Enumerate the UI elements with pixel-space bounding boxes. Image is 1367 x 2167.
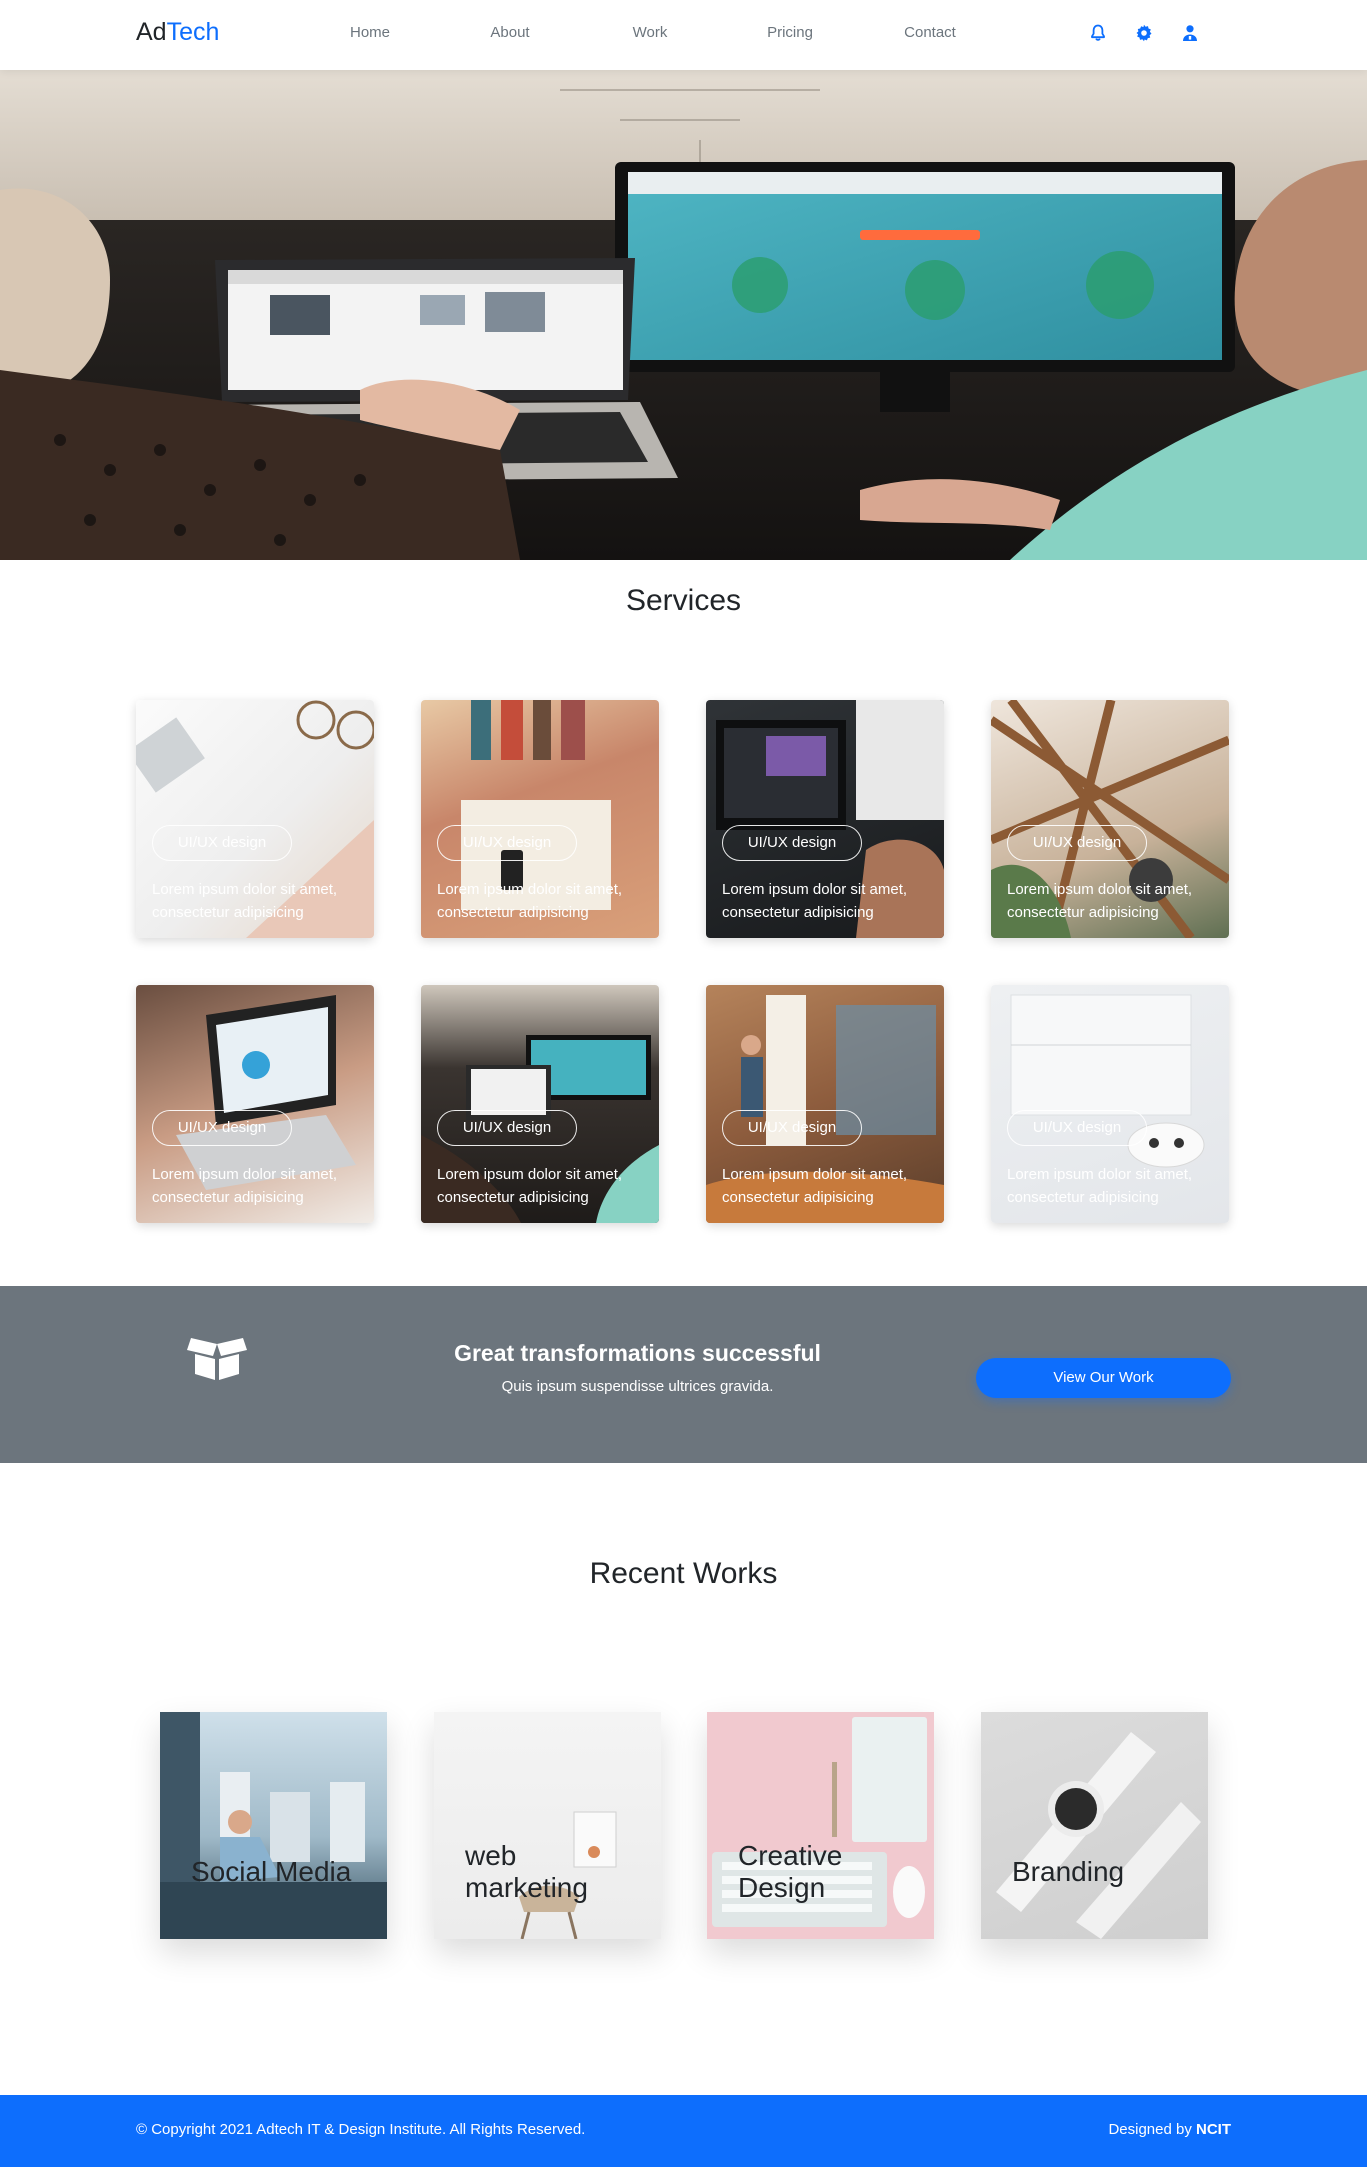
service-tag: UI/UX design	[152, 825, 292, 861]
cta-banner: Great transformations successful Quis ip…	[0, 1286, 1367, 1463]
service-text: Lorem ipsum dolor sit amet, consectetur …	[437, 1166, 623, 1206]
recent-work-label-line1: web	[465, 1840, 517, 1871]
bell-icon[interactable]	[1088, 23, 1108, 43]
service-card[interactable]: UI/UX design Lorem ipsum dolor sit amet,…	[991, 985, 1229, 1223]
service-text: Lorem ipsum dolor sit amet, consectetur …	[722, 881, 908, 921]
service-tag: UI/UX design	[1007, 1110, 1147, 1146]
services-title: Services	[625, 584, 742, 617]
recent-work-label: Branding	[1012, 1856, 1125, 1887]
service-card[interactable]: UI/UX design Lorem ipsum dolor sit amet,…	[706, 985, 944, 1223]
footer-copyright: © Copyright 2021 Adtech IT & Design Inst…	[136, 2121, 586, 2138]
recent-work-label: Creative Design	[738, 1840, 842, 1904]
brand-accent: Tech	[166, 18, 220, 46]
service-text: Lorem ipsum dolor sit amet, consectetur …	[152, 881, 338, 921]
view-our-work-button[interactable]: View Our Work	[976, 1358, 1231, 1398]
recent-work-label-line1: Creative	[738, 1840, 843, 1871]
brand-logo[interactable]: AdTech	[136, 16, 219, 48]
service-card[interactable]: UI/UX design Lorem ipsum dolor sit amet,…	[136, 700, 374, 938]
nav-link-about[interactable]: About	[440, 22, 580, 44]
recent-work-label-line2: marketing	[465, 1872, 588, 1903]
brand-prefix: Ad	[136, 18, 167, 46]
service-card[interactable]: UI/UX design Lorem ipsum dolor sit amet,…	[706, 700, 944, 938]
navbar: AdTech Home About Work Pricing Contact	[0, 0, 1367, 70]
recent-work-card-branding[interactable]: Branding	[981, 1712, 1208, 1939]
service-tag: UI/UX design	[1007, 825, 1147, 861]
service-card[interactable]: UI/UX design Lorem ipsum dolor sit amet,…	[991, 700, 1229, 938]
footer-credit: Designed by NCIT	[1108, 2121, 1231, 2138]
service-tag: UI/UX design	[437, 1110, 577, 1146]
nav-link-contact[interactable]: Contact	[860, 22, 1000, 44]
service-tag: UI/UX design	[437, 825, 577, 861]
recent-works-title: Recent Works	[589, 1557, 778, 1590]
service-text: Lorem ipsum dolor sit amet, consectetur …	[152, 1166, 338, 1206]
service-tag: UI/UX design	[722, 825, 862, 861]
recent-work-card-creative-design[interactable]: Creative Design	[707, 1712, 934, 1939]
service-text: Lorem ipsum dolor sit amet, consectetur …	[1007, 1166, 1193, 1206]
gear-icon[interactable]	[1134, 23, 1154, 43]
service-card[interactable]: UI/UX design Lorem ipsum dolor sit amet,…	[421, 700, 659, 938]
footer: © Copyright 2021 Adtech IT & Design Inst…	[0, 2095, 1367, 2167]
user-icon[interactable]	[1180, 23, 1200, 43]
nav-icons	[1088, 23, 1200, 43]
hero-image	[0, 70, 1367, 560]
nav-link-pricing[interactable]: Pricing	[720, 22, 860, 44]
service-text: Lorem ipsum dolor sit amet, consectetur …	[1007, 881, 1193, 921]
service-card[interactable]: UI/UX design Lorem ipsum dolor sit amet,…	[421, 985, 659, 1223]
service-tag: UI/UX design	[152, 1110, 292, 1146]
recent-work-label: web marketing	[465, 1840, 588, 1904]
recent-work-label-line2: Design	[738, 1872, 826, 1903]
service-text: Lorem ipsum dolor sit amet, consectetur …	[437, 881, 623, 921]
service-card[interactable]: UI/UX design Lorem ipsum dolor sit amet,…	[136, 985, 374, 1223]
recent-work-card-social-media[interactable]: Social Media	[160, 1712, 387, 1939]
footer-credit-prefix: Designed by	[1108, 2121, 1192, 2138]
recent-work-label: Social Media	[191, 1856, 352, 1887]
service-text: Lorem ipsum dolor sit amet, consectetur …	[722, 1166, 908, 1206]
service-tag: UI/UX design	[722, 1110, 862, 1146]
recent-work-card-web-marketing[interactable]: web marketing	[434, 1712, 661, 1939]
nav-links: Home About Work Pricing Contact	[300, 22, 1000, 44]
nav-link-work[interactable]: Work	[580, 22, 720, 44]
page: AdTech Home About Work Pricing Contact S…	[0, 0, 1367, 2167]
nav-link-home[interactable]: Home	[300, 22, 440, 44]
footer-credit-name[interactable]: NCIT	[1196, 2121, 1231, 2138]
